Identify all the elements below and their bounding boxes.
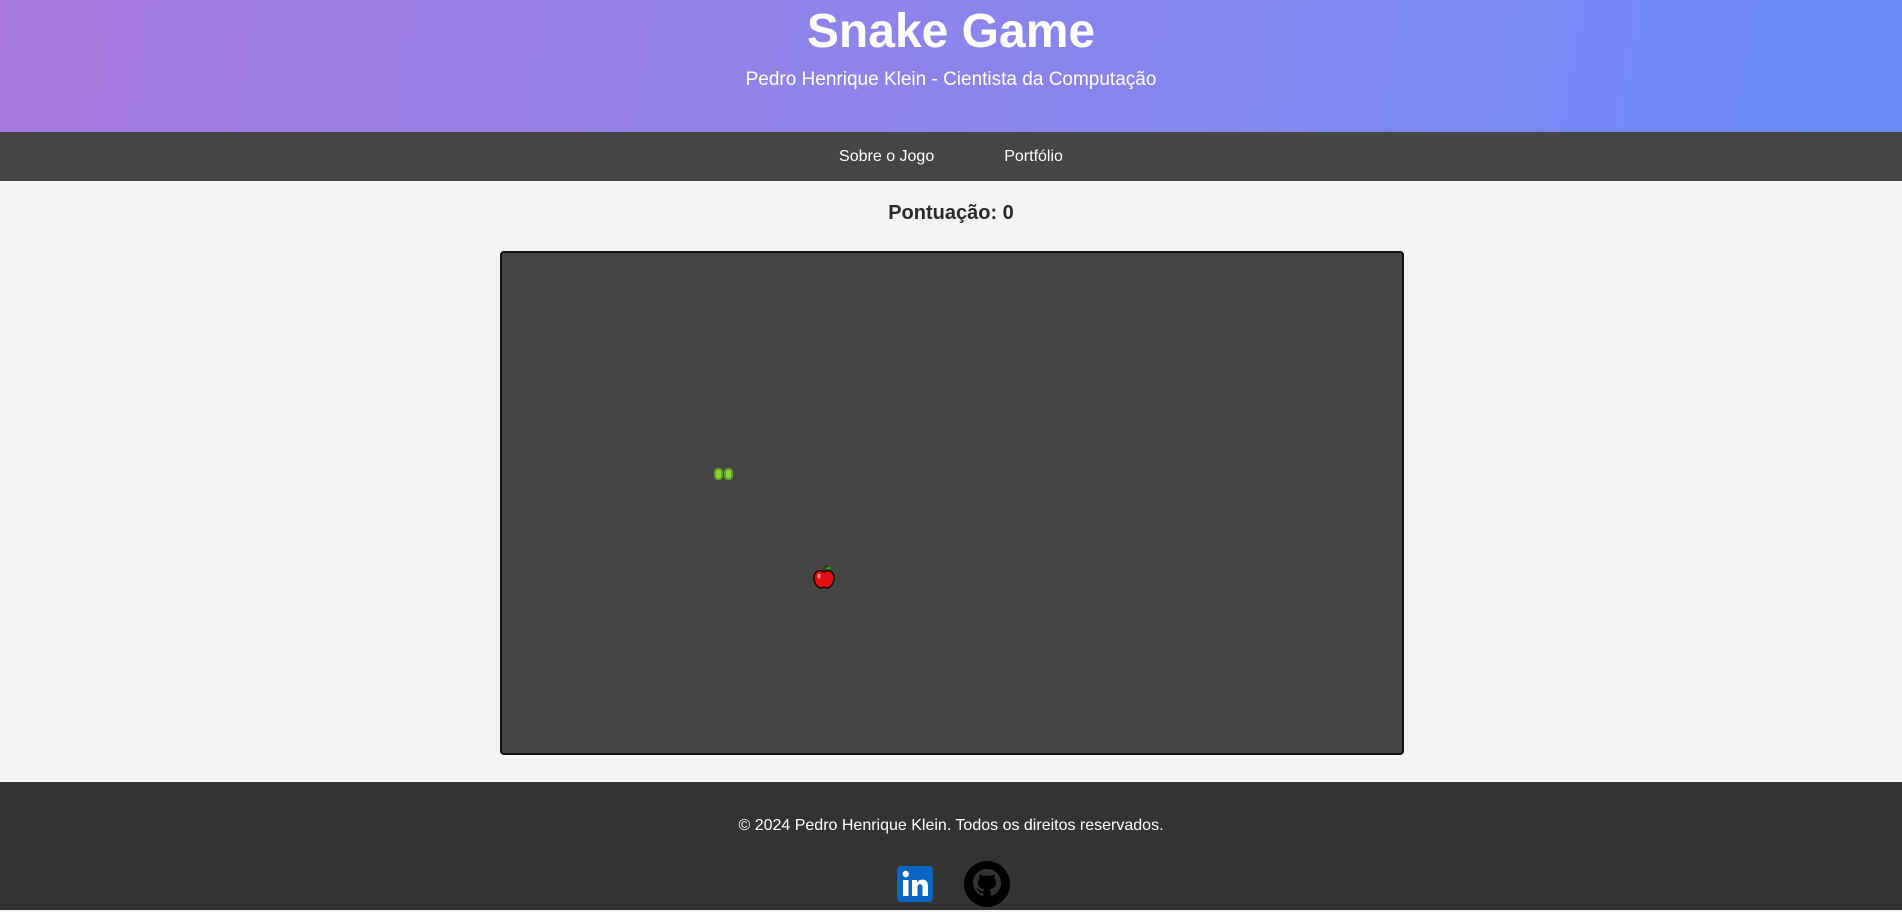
nav-link-sobre-o-jogo[interactable]: Sobre o Jogo: [839, 147, 934, 167]
site-subtitle: Pedro Henrique Klein - Cientista da Comp…: [745, 69, 1157, 90]
github-link[interactable]: [964, 861, 1010, 907]
game-board[interactable]: [500, 251, 1404, 755]
linkedin-icon: [897, 866, 933, 902]
snake-head-segment: [724, 468, 733, 480]
github-icon: [964, 861, 1010, 907]
apple-icon: [813, 565, 835, 589]
linkedin-link[interactable]: [892, 861, 938, 907]
score-display: Pontuação: 0: [888, 202, 1014, 224]
snake: [714, 468, 734, 480]
site-header: Snake Game Pedro Henrique Klein - Cienti…: [0, 0, 1902, 132]
social-links: [0, 861, 1902, 907]
snake-tail-segment: [714, 468, 723, 480]
site-title: Snake Game: [806, 5, 1096, 58]
copyright-text: © 2024 Pedro Henrique Klein. Todos os di…: [738, 817, 1164, 834]
nav-link-portfolio[interactable]: Portfólio: [1004, 147, 1063, 167]
site-footer: © 2024 Pedro Henrique Klein. Todos os di…: [0, 782, 1902, 910]
nav-bar: Sobre o Jogo Portfólio: [0, 132, 1902, 181]
